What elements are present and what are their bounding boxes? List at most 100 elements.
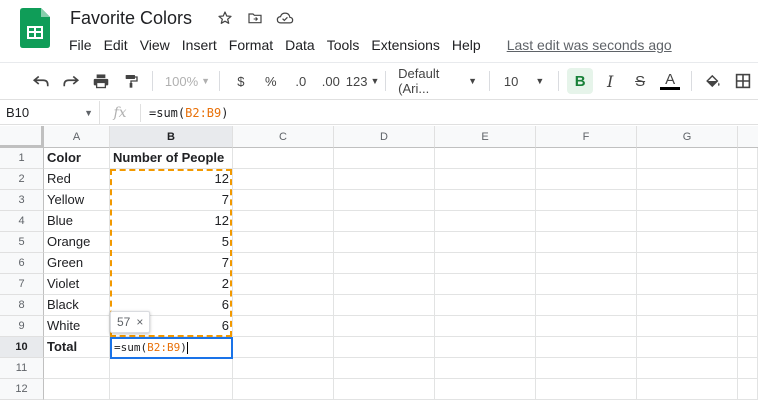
cell-a3[interactable]: Yellow [44, 190, 110, 211]
font-family-select[interactable]: Default (Ari... ▼ [394, 66, 481, 96]
row-header-10[interactable]: 10 [0, 337, 44, 358]
cell-e10[interactable] [435, 337, 536, 358]
cell-a8[interactable]: Black [44, 295, 110, 316]
cell-g5[interactable] [637, 232, 738, 253]
close-icon[interactable]: × [136, 315, 143, 329]
menu-help[interactable]: Help [446, 36, 487, 54]
column-header-d[interactable]: D [334, 126, 435, 148]
cell-h4[interactable] [738, 211, 758, 232]
cell-a11[interactable] [44, 358, 110, 379]
cell-b5[interactable]: 5 [110, 232, 233, 253]
cell-e2[interactable] [435, 169, 536, 190]
cell-e12[interactable] [435, 379, 536, 400]
cell-a2[interactable]: Red [44, 169, 110, 190]
menu-file[interactable]: File [63, 36, 98, 54]
cell-a1[interactable]: Color [44, 148, 110, 169]
cell-h3[interactable] [738, 190, 758, 211]
row-header-2[interactable]: 2 [0, 169, 44, 190]
cell-b2[interactable]: 12 [110, 169, 233, 190]
cell-f11[interactable] [536, 358, 637, 379]
decrease-decimal-button[interactable]: .0 [288, 68, 314, 94]
cell-f2[interactable] [536, 169, 637, 190]
move-folder-icon[interactable] [246, 9, 264, 27]
fill-color-icon[interactable] [700, 68, 726, 94]
percent-format-button[interactable]: % [258, 68, 284, 94]
last-edit-link[interactable]: Last edit was seconds ago [501, 36, 678, 54]
cell-d7[interactable] [334, 274, 435, 295]
cell-b1[interactable]: Number of People [110, 148, 233, 169]
cell-h7[interactable] [738, 274, 758, 295]
cell-e7[interactable] [435, 274, 536, 295]
column-header-f[interactable]: F [536, 126, 637, 148]
cell-f3[interactable] [536, 190, 637, 211]
cloud-status-icon[interactable] [276, 9, 294, 27]
cell-f4[interactable] [536, 211, 637, 232]
cell-a9[interactable]: White [44, 316, 110, 337]
menu-edit[interactable]: Edit [98, 36, 134, 54]
cell-h10[interactable] [738, 337, 758, 358]
row-header-12[interactable]: 12 [0, 379, 44, 400]
cell-d6[interactable] [334, 253, 435, 274]
print-icon[interactable] [88, 68, 114, 94]
cell-d1[interactable] [334, 148, 435, 169]
cell-h5[interactable] [738, 232, 758, 253]
column-header-c[interactable]: C [233, 126, 334, 148]
cell-f1[interactable] [536, 148, 637, 169]
cell-b3[interactable]: 7 [110, 190, 233, 211]
cell-b12[interactable] [110, 379, 233, 400]
row-header-9[interactable]: 9 [0, 316, 44, 337]
menu-insert[interactable]: Insert [176, 36, 223, 54]
column-header-e[interactable]: E [435, 126, 536, 148]
row-header-3[interactable]: 3 [0, 190, 44, 211]
cell-h2[interactable] [738, 169, 758, 190]
cell-d11[interactable] [334, 358, 435, 379]
cell-g7[interactable] [637, 274, 738, 295]
cell-g6[interactable] [637, 253, 738, 274]
undo-icon[interactable] [28, 68, 54, 94]
cell-c2[interactable] [233, 169, 334, 190]
cell-e11[interactable] [435, 358, 536, 379]
cell-h1[interactable] [738, 148, 758, 169]
strikethrough-button[interactable]: S [627, 68, 653, 94]
sheets-logo-icon[interactable] [20, 8, 50, 48]
name-box[interactable]: B10 ▼ [0, 100, 100, 125]
row-header-4[interactable]: 4 [0, 211, 44, 232]
cell-h11[interactable] [738, 358, 758, 379]
cell-b7[interactable]: 2 [110, 274, 233, 295]
cell-g3[interactable] [637, 190, 738, 211]
cell-g11[interactable] [637, 358, 738, 379]
cell-f7[interactable] [536, 274, 637, 295]
cell-c10[interactable] [233, 337, 334, 358]
cell-d2[interactable] [334, 169, 435, 190]
cell-b6[interactable]: 7 [110, 253, 233, 274]
menu-format[interactable]: Format [223, 36, 279, 54]
row-header-1[interactable]: 1 [0, 148, 44, 169]
cell-d9[interactable] [334, 316, 435, 337]
cell-f6[interactable] [536, 253, 637, 274]
font-size-select[interactable]: 10 ▼ [498, 68, 550, 94]
cell-d8[interactable] [334, 295, 435, 316]
cell-c12[interactable] [233, 379, 334, 400]
cell-e5[interactable] [435, 232, 536, 253]
row-header-8[interactable]: 8 [0, 295, 44, 316]
cell-h12[interactable] [738, 379, 758, 400]
cell-b11[interactable] [110, 358, 233, 379]
increase-decimal-button[interactable]: .00 [318, 68, 344, 94]
cell-d10[interactable] [334, 337, 435, 358]
cell-d12[interactable] [334, 379, 435, 400]
cell-g1[interactable] [637, 148, 738, 169]
cell-c4[interactable] [233, 211, 334, 232]
cell-g8[interactable] [637, 295, 738, 316]
cell-h9[interactable] [738, 316, 758, 337]
borders-icon[interactable] [730, 68, 756, 94]
cell-a4[interactable]: Blue [44, 211, 110, 232]
currency-format-button[interactable]: $ [228, 68, 254, 94]
row-header-6[interactable]: 6 [0, 253, 44, 274]
cell-a6[interactable]: Green [44, 253, 110, 274]
paint-format-icon[interactable] [118, 68, 144, 94]
cell-e6[interactable] [435, 253, 536, 274]
cell-c5[interactable] [233, 232, 334, 253]
cell-g4[interactable] [637, 211, 738, 232]
cell-g12[interactable] [637, 379, 738, 400]
formula-input[interactable]: =sum(B2:B9) [149, 106, 228, 120]
